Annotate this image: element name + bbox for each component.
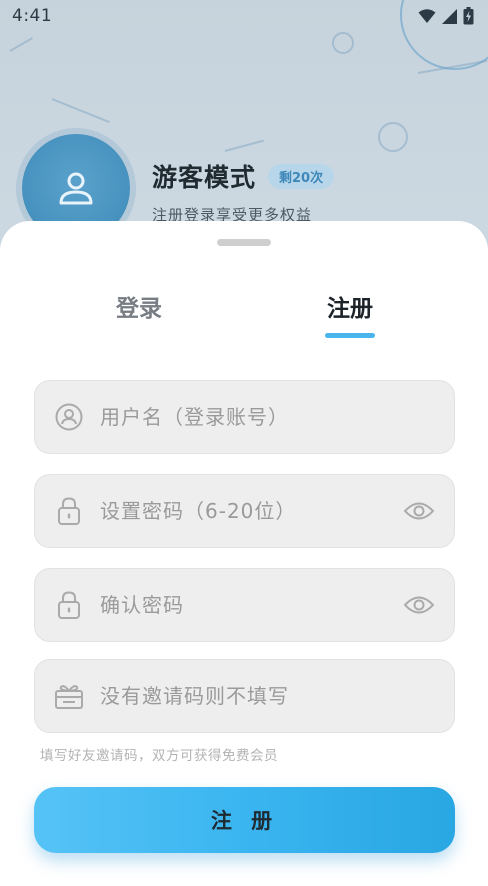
eye-icon [403, 502, 435, 520]
active-tab-indicator [325, 333, 375, 338]
signal-icon [442, 8, 457, 24]
decor-line [51, 98, 110, 124]
status-bar: 4:41 [0, 0, 488, 32]
tab-login[interactable]: 登录 [79, 289, 199, 323]
confirm-visibility-toggle[interactable] [403, 589, 435, 621]
username-input[interactable] [100, 381, 454, 453]
invite-hint: 填写好友邀请码，双方可获得免费会员 [40, 748, 278, 764]
status-time: 4:41 [12, 6, 53, 26]
battery-icon [463, 7, 474, 25]
decor-line [9, 37, 34, 52]
status-icons [418, 7, 474, 25]
register-button[interactable]: 注 册 [34, 787, 455, 853]
password-field [34, 474, 455, 548]
profile-text: 游客模式 剩20次 注册登录享受更多权益 [152, 158, 335, 225]
username-field [34, 380, 455, 454]
gift-icon [54, 681, 84, 711]
password-visibility-toggle[interactable] [403, 495, 435, 527]
decor-circle [378, 122, 408, 152]
register-sheet: 登录 注册 用户名（登录账号） 没有邀请码则不填写 填写好友邀请码，双方可获得免… [0, 221, 488, 886]
password-input[interactable] [100, 475, 403, 547]
confirm-password-input[interactable] [100, 569, 403, 641]
invite-code-input[interactable] [100, 660, 454, 732]
sheet-drag-handle[interactable] [217, 239, 271, 246]
lock-icon [54, 496, 84, 526]
remaining-count-badge: 剩20次 [268, 163, 335, 189]
confirm-password-field [34, 568, 455, 642]
user-circle-icon [54, 402, 84, 432]
tab-register[interactable]: 注册 [290, 289, 410, 323]
auth-tabs: 登录 注册 [0, 289, 488, 345]
guest-mode-title: 游客模式 [152, 163, 257, 192]
decor-circle [332, 32, 354, 54]
profile-title-row: 游客模式 剩20次 [152, 158, 335, 194]
wifi-icon [418, 9, 436, 23]
eye-icon [403, 596, 435, 614]
invite-code-field [34, 659, 455, 733]
user-icon [59, 172, 93, 205]
lock-icon [54, 590, 84, 620]
